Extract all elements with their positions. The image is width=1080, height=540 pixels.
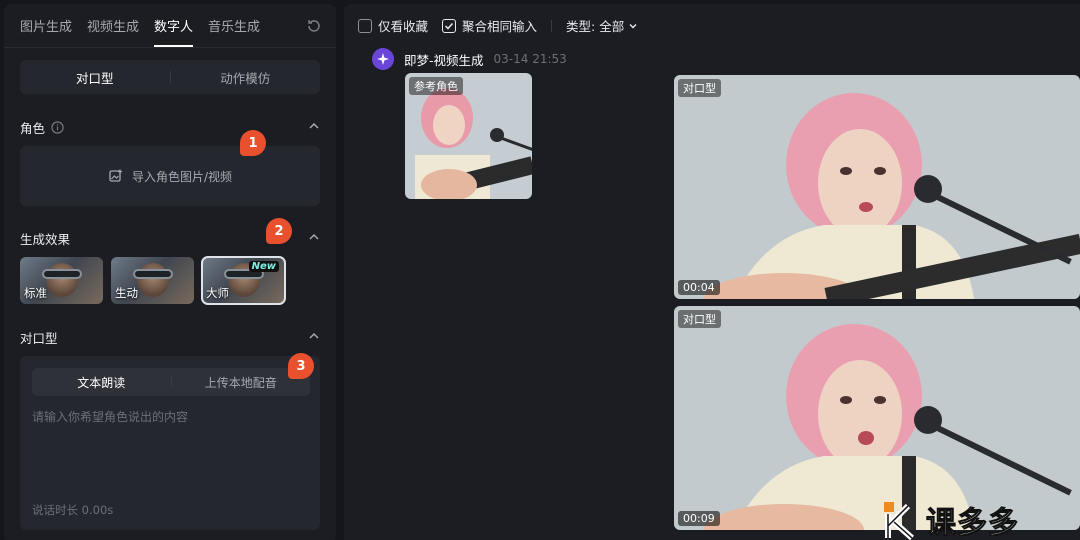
tab-video-generation[interactable]: 视频生成 xyxy=(87,4,139,47)
mode-switch: 对口型 动作模仿 xyxy=(20,60,320,94)
kdd-logo-icon xyxy=(884,502,914,540)
effect-master[interactable]: New 大师 xyxy=(201,256,286,305)
effect-label: 生动 xyxy=(115,286,138,300)
tab-digital-human[interactable]: 数字人 xyxy=(154,4,194,47)
video-duration: 00:09 xyxy=(678,511,720,526)
reference-role-image[interactable]: 参考角色 xyxy=(405,73,532,199)
merge-inputs-checkbox[interactable]: 聚合相同输入 xyxy=(442,16,537,35)
generation-time: 03-14 21:53 xyxy=(493,52,567,66)
watermark-text: 课多多 xyxy=(926,506,1019,540)
info-icon[interactable] xyxy=(51,121,64,134)
generator-name: 即梦-视频生成 xyxy=(404,52,484,68)
step-badge-3: 3 xyxy=(288,353,314,379)
tab-music-generation[interactable]: 音乐生成 xyxy=(208,4,260,47)
step-badge-2: 2 xyxy=(266,218,292,244)
favorites-only-label: 仅看收藏 xyxy=(378,19,429,34)
results-panel: 仅看收藏 聚合相同输入 类型: 全部 即梦-视频生成 03-14 21:53 参… xyxy=(344,4,1080,540)
favorites-only-checkbox[interactable]: 仅看收藏 xyxy=(358,16,428,35)
lip-sync-panel: 文本朗读 上传本地配音 说话时长 0.00s xyxy=(20,356,320,530)
type-filter-select[interactable]: 类型: 全部 xyxy=(566,16,638,35)
role-title: 角色 xyxy=(20,121,46,136)
lip-sync-title: 对口型 xyxy=(20,331,58,346)
chevron-down-icon xyxy=(629,23,637,28)
goggles-shape xyxy=(133,269,173,279)
import-role-button[interactable]: 导入角色图片/视频 xyxy=(20,146,320,206)
mode-lip-sync[interactable]: 对口型 xyxy=(20,68,170,87)
role-section-title: 角色 xyxy=(20,118,64,137)
top-tabs: 图片生成 视频生成 数字人 音乐生成 xyxy=(4,4,336,48)
new-badge: New xyxy=(248,261,279,272)
generation-header: 即梦-视频生成 03-14 21:53 xyxy=(372,48,567,70)
divider xyxy=(551,19,553,32)
refresh-icon[interactable] xyxy=(306,18,322,34)
speech-duration: 说话时长 0.00s xyxy=(32,503,114,517)
checkbox-checked-icon xyxy=(442,18,457,33)
chevron-up-icon[interactable] xyxy=(308,120,320,132)
effects-title: 生成效果 xyxy=(20,232,71,247)
speech-text-input[interactable] xyxy=(32,408,310,498)
mode-motion-imitation[interactable]: 动作模仿 xyxy=(171,68,321,87)
left-panel: 图片生成 视频生成 数字人 音乐生成 对口型 动作模仿 角色 导入角色图片/视频 xyxy=(4,4,336,540)
checkbox-unchecked-icon xyxy=(358,18,372,33)
reference-role-tag: 参考角色 xyxy=(409,77,463,95)
sparkle-icon xyxy=(377,53,389,65)
generated-video-1[interactable]: 对口型 00:04 xyxy=(674,75,1080,299)
video-duration: 00:04 xyxy=(678,280,720,295)
import-image-icon xyxy=(109,169,122,182)
import-role-label: 导入角色图片/视频 xyxy=(131,169,233,184)
type-filter-label: 类型: 全部 xyxy=(566,19,625,34)
avatar xyxy=(372,48,394,70)
goggles-shape xyxy=(42,269,82,279)
audio-source-switch: 文本朗读 上传本地配音 xyxy=(32,368,310,396)
chevron-up-icon[interactable] xyxy=(308,330,320,342)
effect-label: 大师 xyxy=(206,286,229,300)
merge-inputs-label: 聚合相同输入 xyxy=(462,19,538,34)
effects-section-title: 生成效果 xyxy=(20,229,70,248)
filter-bar: 仅看收藏 聚合相同输入 类型: 全部 xyxy=(358,16,638,35)
lip-sync-section-title: 对口型 xyxy=(20,328,58,347)
effects-list: 标准 生动 New 大师 xyxy=(20,256,286,305)
watermark-logo: 课多多 xyxy=(882,496,1080,540)
effect-label: 标准 xyxy=(24,286,47,300)
effect-standard[interactable]: 标准 xyxy=(20,257,103,304)
effect-vivid[interactable]: 生动 xyxy=(111,257,194,304)
tab-text-reading[interactable]: 文本朗读 xyxy=(32,374,171,391)
tab-image-generation[interactable]: 图片生成 xyxy=(20,4,72,47)
video-thumbnail xyxy=(674,75,1080,299)
video-type-tag: 对口型 xyxy=(678,310,721,328)
video-type-tag: 对口型 xyxy=(678,79,721,97)
step-badge-1: 1 xyxy=(240,130,266,156)
chevron-up-icon[interactable] xyxy=(308,231,320,243)
